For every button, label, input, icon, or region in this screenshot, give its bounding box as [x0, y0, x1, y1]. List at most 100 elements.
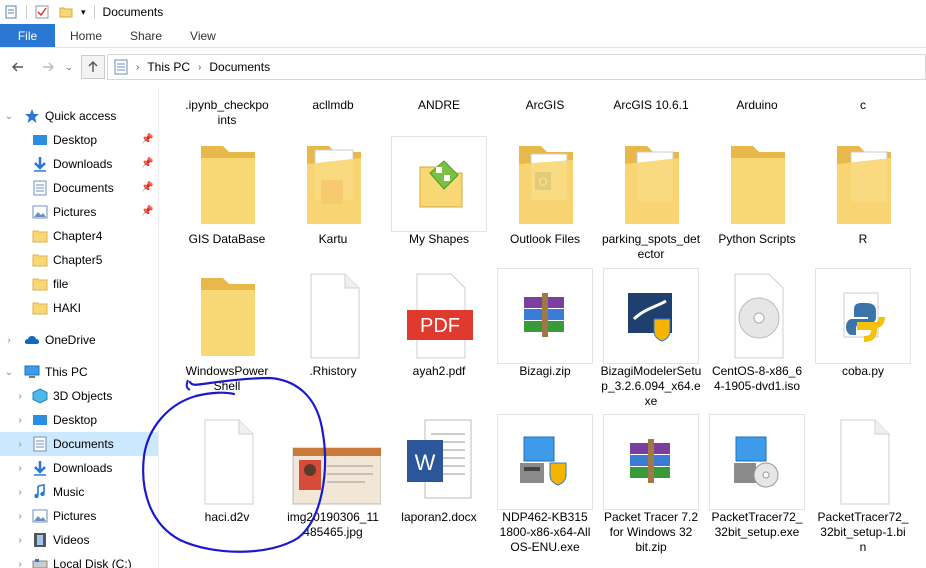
python-file-icon	[815, 268, 911, 364]
file-item[interactable]: W laporan2.docx	[386, 414, 492, 525]
file-item[interactable]: BizagiModelerSetup_3.2.6.094_x64.exe	[598, 268, 704, 409]
title-separator	[93, 5, 95, 19]
sidebar-item-desktop[interactable]: › Desktop	[0, 408, 158, 432]
tab-file[interactable]: File	[0, 24, 55, 47]
folder-icon	[32, 230, 48, 243]
pdf-label: PDF	[420, 315, 460, 337]
chevron-right-icon[interactable]: ›	[15, 439, 25, 450]
file-item-folder[interactable]: GIS DataBase	[174, 136, 280, 247]
quick-access-dropdown-icon[interactable]: ▾	[81, 7, 86, 18]
properties-icon[interactable]	[4, 5, 18, 19]
sidebar-item-local-disk[interactable]: › Local Disk (C:)	[0, 552, 158, 568]
chevron-right-icon[interactable]: ›	[4, 335, 14, 346]
tab-home[interactable]: Home	[55, 24, 116, 47]
file-item[interactable]: haci.d2v	[174, 414, 280, 525]
file-item[interactable]: img20190306_11485465.jpg	[280, 414, 386, 540]
sidebar-item-this-pc[interactable]: ⌄ This PC	[0, 360, 158, 384]
file-item-folder[interactable]: Kartu	[280, 136, 386, 247]
breadcrumb-documents[interactable]: Documents	[209, 60, 270, 74]
file-item-folder[interactable]: parking_spots_detector	[598, 136, 704, 262]
tab-view[interactable]: View	[176, 24, 230, 47]
file-name: PacketTracer72_32bit_setup.exe	[711, 510, 803, 539]
blank-file-icon	[815, 414, 911, 510]
folder-with-documents-icon	[603, 136, 699, 232]
navigation-bar: ⌄ › This PC › Documents	[0, 52, 926, 82]
checkmark-icon[interactable]	[35, 5, 49, 19]
file-item[interactable]: PDF ayah2.pdf	[386, 268, 492, 379]
file-item-folder[interactable]: acllmdb	[280, 98, 386, 113]
desktop-folder-icon	[33, 415, 47, 425]
file-item[interactable]: coba.py	[810, 268, 916, 379]
file-item[interactable]: Packet Tracer 7.2 for Windows 32 bit.zip	[598, 414, 704, 555]
file-name: acllmdb	[312, 98, 354, 112]
back-button[interactable]	[6, 55, 30, 79]
sidebar-item-file[interactable]: file	[0, 272, 158, 296]
sidebar-item-chapter4[interactable]: Chapter4	[0, 224, 158, 248]
desktop-folder-icon	[33, 135, 47, 145]
sidebar-item-3d-objects[interactable]: › 3D Objects	[0, 384, 158, 408]
sidebar-item-downloads-pinned[interactable]: Downloads 📌	[0, 152, 158, 176]
file-name: ayah2.pdf	[412, 364, 466, 378]
file-item-folder[interactable]: Python Scripts	[704, 136, 810, 247]
file-item[interactable]: PacketTracer72_32bit_setup-1.bin	[810, 414, 916, 555]
sidebar-item-desktop-pinned[interactable]: Desktop 📌	[0, 128, 158, 152]
sidebar-item-chapter5[interactable]: Chapter5	[0, 248, 158, 272]
chevron-right-icon[interactable]: ›	[15, 511, 25, 522]
file-name: Bizagi.zip	[519, 364, 571, 378]
pane-divider[interactable]	[158, 88, 159, 568]
forward-button[interactable]	[36, 55, 60, 79]
up-button[interactable]	[81, 55, 105, 79]
word-letter: W	[415, 450, 436, 475]
file-item-folder[interactable]: R	[810, 136, 916, 247]
file-name: ArcGIS	[525, 98, 565, 112]
file-item[interactable]: PacketTracer72_32bit_setup.exe	[704, 414, 810, 540]
file-item[interactable]: Bizagi.zip	[492, 268, 598, 379]
chevron-right-icon[interactable]: ›	[198, 62, 201, 73]
file-name: .Rhistory	[309, 364, 357, 378]
sidebar-item-pictures[interactable]: › Pictures	[0, 504, 158, 528]
chevron-down-icon[interactable]: ⌄	[4, 367, 14, 378]
sidebar-item-music[interactable]: › Music	[0, 480, 158, 504]
file-item-folder[interactable]: O Outlook Files	[492, 136, 598, 247]
recent-locations-button[interactable]: ⌄	[62, 55, 76, 79]
new-folder-icon[interactable]	[59, 5, 73, 19]
chevron-right-icon[interactable]: ›	[15, 559, 25, 568]
file-item-folder[interactable]: .ipynb_checkpoints	[174, 98, 280, 128]
file-item[interactable]: NDP462-KB3151800-x86-x64-AllOS-ENU.exe	[492, 414, 598, 555]
sidebar-item-onedrive[interactable]: › OneDrive	[0, 328, 158, 352]
sidebar-item-pictures-pinned[interactable]: Pictures 📌	[0, 200, 158, 224]
file-item[interactable]: CentOS-8-x86_64-1905-dvd1.iso	[704, 268, 810, 394]
chevron-right-icon[interactable]: ›	[15, 535, 25, 546]
sidebar-item-label: Documents	[53, 181, 114, 195]
file-name: .ipynb_checkpoints	[185, 98, 269, 127]
file-item-folder[interactable]: WindowsPowerShell	[174, 268, 280, 394]
file-item-folder[interactable]: My Shapes	[386, 136, 492, 247]
sidebar-item-videos[interactable]: › Videos	[0, 528, 158, 552]
chevron-right-icon[interactable]: ›	[15, 391, 25, 402]
file-name: Arduino	[736, 98, 778, 112]
chevron-right-icon[interactable]: ›	[136, 62, 139, 73]
winrar-archive-icon	[497, 268, 593, 364]
chevron-down-icon[interactable]: ⌄	[4, 111, 14, 122]
file-item-folder[interactable]: ArcGIS	[492, 98, 598, 113]
breadcrumb-this-pc[interactable]: This PC	[147, 60, 190, 74]
winrar-archive-icon	[603, 414, 699, 510]
file-item-folder[interactable]: c	[810, 98, 916, 113]
file-name: Outlook Files	[509, 232, 581, 246]
file-item-folder[interactable]: ANDRE	[386, 98, 492, 113]
file-item-folder[interactable]: Arduino	[704, 98, 810, 113]
chevron-right-icon[interactable]: ›	[15, 463, 25, 474]
sidebar-item-quick-access[interactable]: ⌄ Quick access	[0, 104, 158, 128]
sidebar-item-documents[interactable]: › Documents	[0, 432, 158, 456]
file-name: CentOS-8-x86_64-1905-dvd1.iso	[711, 364, 803, 393]
chevron-right-icon[interactable]: ›	[15, 487, 25, 498]
chevron-right-icon[interactable]: ›	[15, 415, 25, 426]
file-item-folder[interactable]: ArcGIS 10.6.1	[598, 98, 704, 113]
sidebar-item-downloads[interactable]: › Downloads	[0, 456, 158, 480]
sidebar-item-haki[interactable]: HAKI	[0, 296, 158, 320]
address-bar[interactable]: › This PC › Documents	[107, 54, 926, 80]
file-item[interactable]: .Rhistory	[280, 268, 386, 379]
folder-icon	[32, 278, 48, 291]
sidebar-item-documents-pinned[interactable]: Documents 📌	[0, 176, 158, 200]
tab-share[interactable]: Share	[116, 24, 176, 47]
